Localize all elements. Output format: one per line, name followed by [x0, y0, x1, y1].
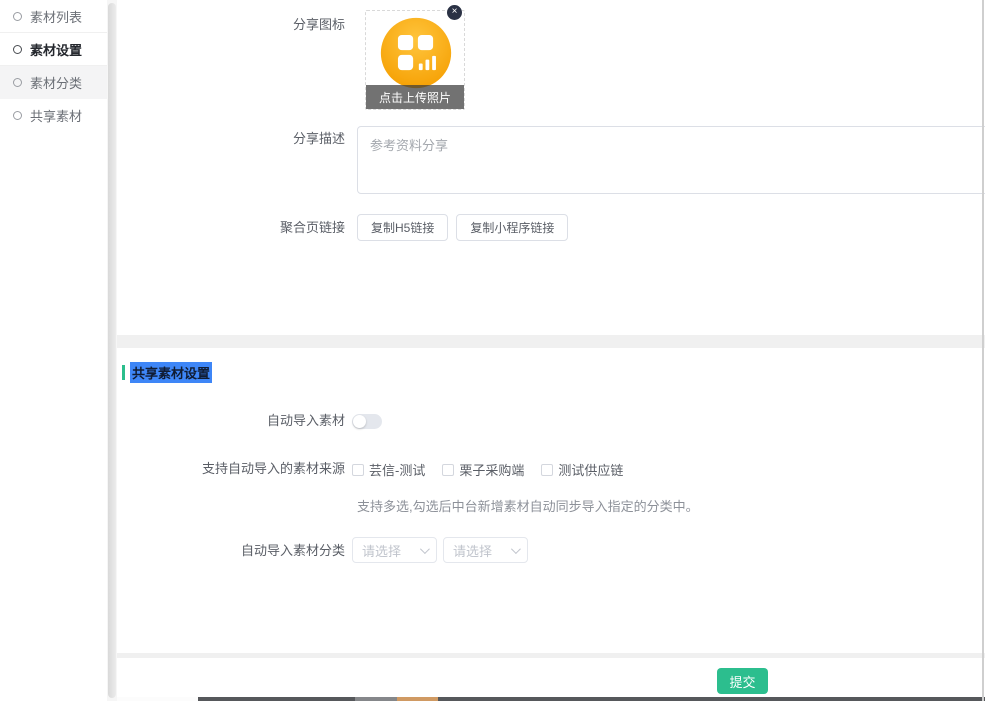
sidebar-item-label: 素材设置: [30, 40, 82, 59]
radio-circle-icon: [13, 111, 22, 120]
import-category-label: 自动导入素材分类: [117, 542, 345, 560]
submit-button[interactable]: 提交: [717, 668, 768, 694]
shared-material-settings-panel: 共享素材设置 自动导入素材 支持自动导入的素材来源 芸信-测试 栗子采购端 测试…: [117, 348, 985, 653]
remove-image-icon[interactable]: ×: [447, 5, 462, 20]
sidebar-item-material-settings[interactable]: 素材设置: [0, 33, 107, 66]
checkbox-label: 栗子采购端: [459, 460, 524, 479]
upload-overlay-hint: 点击上传照片: [366, 85, 464, 109]
sidebar: 素材列表 素材设置 素材分类 共享素材: [0, 0, 107, 701]
category-selects-group: 请选择 请选择: [352, 537, 528, 563]
sidebar-item-material-category[interactable]: 素材分类: [0, 66, 107, 99]
panel-divider: [117, 335, 985, 348]
share-icon-label: 分享图标: [117, 16, 345, 34]
section-title: 共享素材设置: [130, 362, 212, 383]
checkbox-label: 测试供应链: [558, 460, 623, 479]
source-checkbox-lizi-procurement[interactable]: 栗子采购端: [442, 460, 524, 479]
section-accent-bar: [122, 365, 125, 380]
window-right-edge: [982, 0, 984, 701]
sidebar-item-label: 素材列表: [30, 7, 82, 26]
aggregate-page-link-label: 聚合页链接: [117, 219, 345, 237]
copy-miniprogram-link-button[interactable]: 复制小程序链接: [456, 214, 568, 241]
bottom-progress-bar: [117, 697, 985, 701]
sidebar-item-label: 共享素材: [30, 106, 82, 125]
vertical-scrollbar-thumb[interactable]: [108, 3, 116, 698]
checkbox-label: 芸信-测试: [369, 460, 425, 479]
chevron-down-icon: [420, 544, 430, 554]
checkbox-icon[interactable]: [541, 464, 553, 476]
auto-import-toggle[interactable]: [352, 414, 382, 429]
share-description-input[interactable]: 参考资料分享: [357, 126, 985, 194]
toggle-knob: [353, 415, 366, 428]
section-header: 共享素材设置: [122, 362, 212, 383]
chevron-down-icon: [511, 544, 521, 554]
sidebar-item-label: 素材分类: [30, 73, 82, 92]
app-grid-chart-icon: [378, 15, 454, 91]
category-select-level1[interactable]: 请选择: [352, 537, 437, 563]
sidebar-item-material-list[interactable]: 素材列表: [0, 0, 107, 33]
footer-bar: 提交: [117, 658, 985, 697]
auto-import-label: 自动导入素材: [117, 412, 345, 430]
checkbox-icon[interactable]: [442, 464, 454, 476]
category-select-level2[interactable]: 请选择: [443, 537, 528, 563]
bottom-bar-orange-segment: [397, 697, 438, 701]
vertical-scrollbar-track: [107, 0, 117, 701]
import-sources-label: 支持自动导入的素材来源: [117, 460, 345, 478]
checkbox-icon[interactable]: [352, 464, 364, 476]
source-checkbox-yunxin-test[interactable]: 芸信-测试: [352, 460, 425, 479]
sidebar-item-shared-material[interactable]: 共享素材: [0, 99, 107, 132]
radio-circle-icon: [13, 12, 22, 21]
copy-h5-link-button[interactable]: 复制H5链接: [357, 214, 448, 241]
bottom-bar-light-segment: [355, 697, 397, 701]
link-buttons-group: 复制H5链接 复制小程序链接: [357, 214, 568, 241]
import-sources-group: 芸信-测试 栗子采购端 测试供应链: [352, 460, 640, 479]
select-placeholder: 请选择: [362, 541, 401, 560]
share-settings-panel: 分享图标 × 点击上传照片 分享描述 参考资料分享: [117, 0, 985, 335]
select-placeholder: 请选择: [453, 541, 492, 560]
radio-circle-icon: [13, 78, 22, 87]
radio-circle-icon: [13, 45, 22, 54]
import-sources-hint: 支持多选,勾选后中台新增素材自动同步导入指定的分类中。: [357, 496, 699, 515]
material-settings-page: 素材列表 素材设置 素材分类 共享素材 分享图标 ×: [0, 0, 985, 701]
source-checkbox-test-supply-chain[interactable]: 测试供应链: [541, 460, 623, 479]
share-description-label: 分享描述: [117, 130, 345, 148]
share-icon-uploader[interactable]: × 点击上传照片: [365, 10, 465, 110]
bottom-bar-dark-segment: [198, 697, 985, 701]
